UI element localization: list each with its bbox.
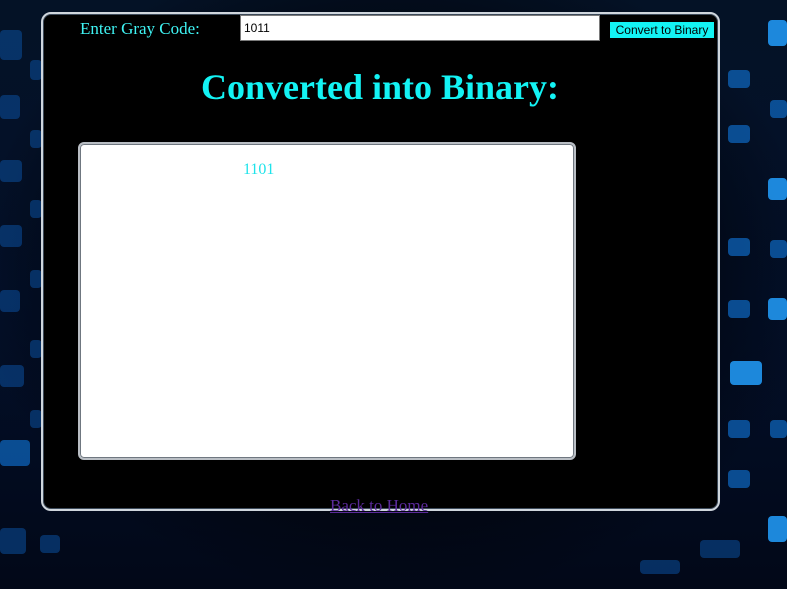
gray-code-label: Enter Gray Code:: [80, 19, 200, 38]
result-heading: Converted into Binary:: [201, 67, 559, 107]
back-to-home-link[interactable]: Back to Home: [330, 496, 428, 516]
result-box: [78, 142, 576, 460]
convert-to-binary-button[interactable]: Convert to Binary: [610, 22, 714, 38]
gray-code-input[interactable]: [240, 15, 600, 41]
binary-result-value: 1101: [243, 161, 275, 178]
